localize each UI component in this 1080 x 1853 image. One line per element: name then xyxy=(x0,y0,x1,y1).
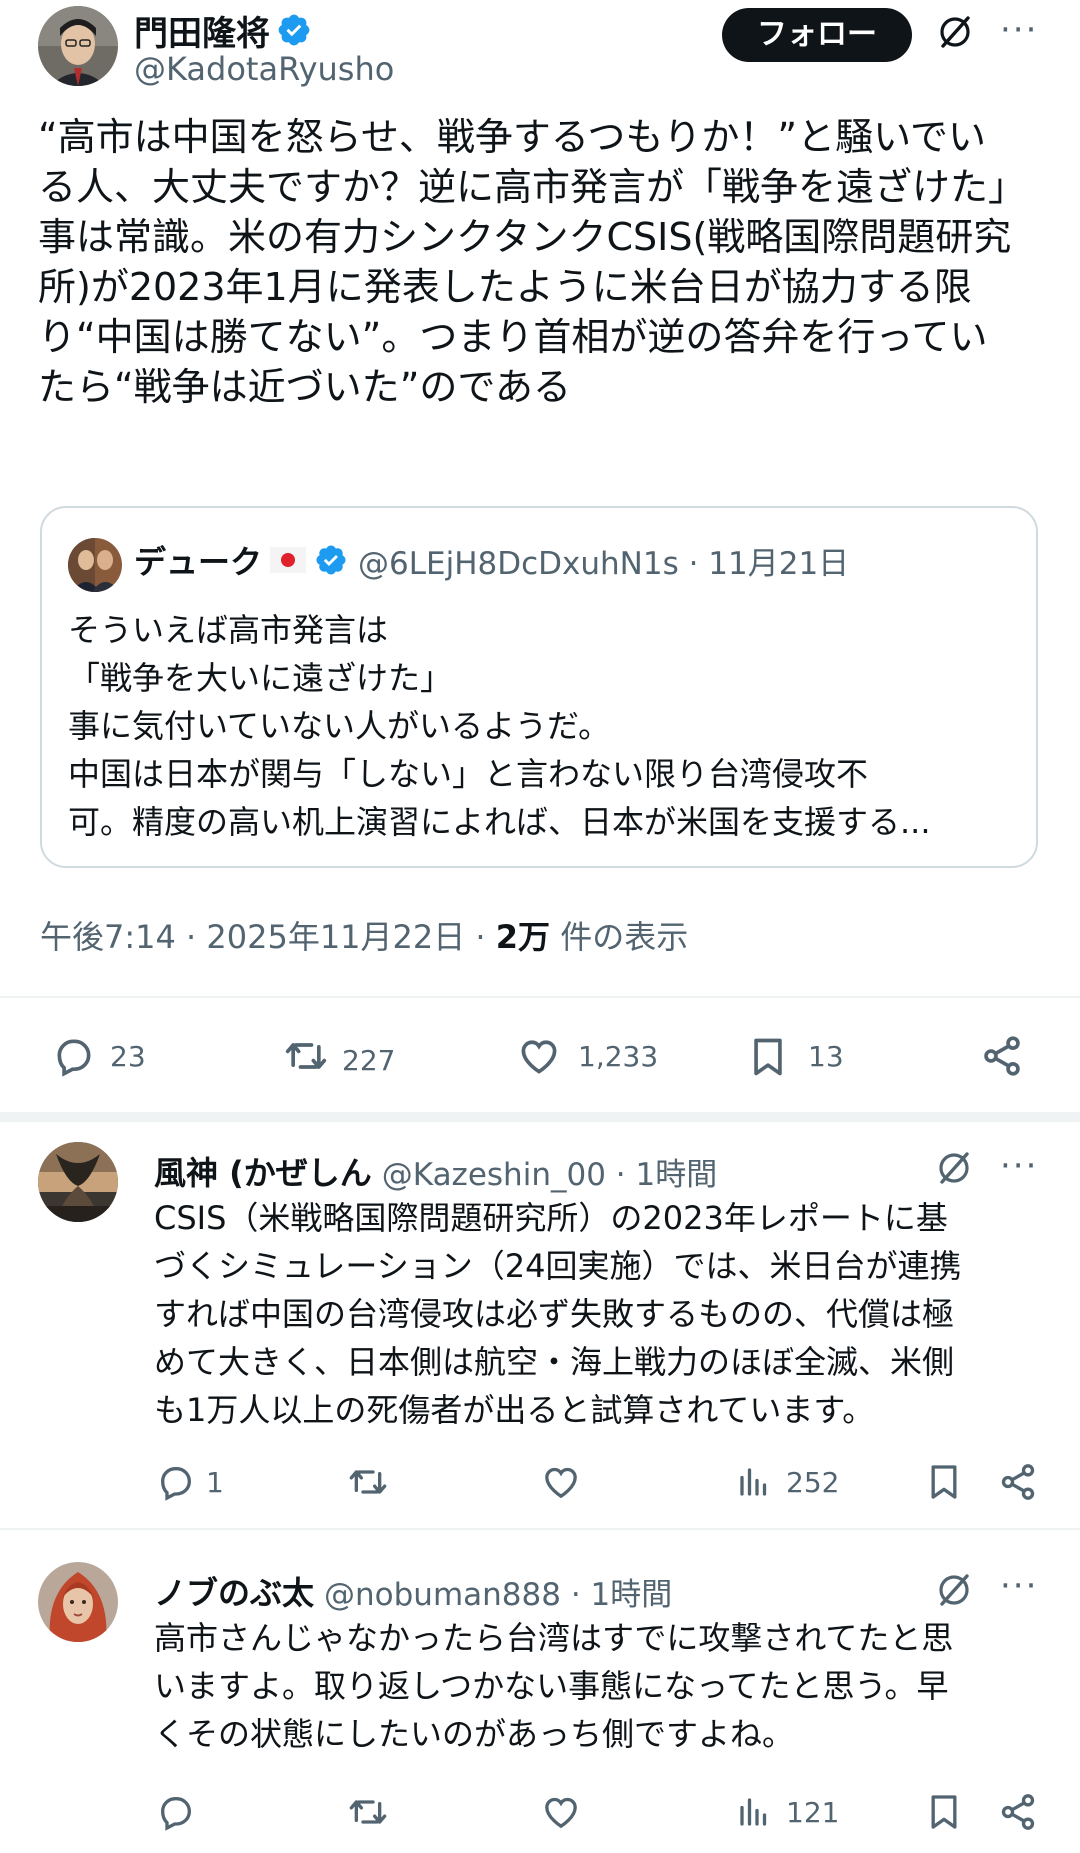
like-icon[interactable] xyxy=(516,1034,562,1078)
bookmark-count: 13 xyxy=(808,1040,844,1073)
retweet-icon[interactable] xyxy=(282,1034,330,1078)
views-label: 件の表示 xyxy=(550,918,689,956)
views-icon[interactable] xyxy=(736,1792,772,1832)
quote-text-line: 中国は日本が関与「しない」と言わない限り台湾侵攻不 xyxy=(68,755,869,793)
bookmark-icon[interactable] xyxy=(746,1032,790,1082)
reply-text-line: CSIS（米戦略国際問題研究所）の2023年レポートに基 xyxy=(154,1199,948,1237)
quote-verified-badge-icon xyxy=(316,545,346,575)
more-icon[interactable]: ··· xyxy=(1000,1566,1038,1606)
quoted-tweet-card[interactable]: デューク 🇯🇵 @6LEjH8DcDxuhN1s · 11月21日 そういえば高… xyxy=(40,506,1038,868)
views-icon[interactable] xyxy=(736,1462,772,1502)
grok-icon[interactable] xyxy=(935,12,975,52)
share-icon[interactable] xyxy=(998,1792,1038,1832)
tweet-text: “高市は中国を怒らせ、戦争するつもりか！”と騒いでい る人、大丈夫ですか？逆に高… xyxy=(38,112,1068,412)
tweet-text-line: たら“戦争は近づいた”のである xyxy=(38,365,571,409)
grok-icon[interactable] xyxy=(934,1570,974,1610)
section-divider xyxy=(0,1112,1080,1122)
follow-button[interactable]: フォロー xyxy=(722,8,912,62)
retweet-count: 227 xyxy=(342,1044,396,1077)
reply-author-name[interactable]: 風神 (かぜしん xyxy=(154,1148,372,1194)
retweet-icon[interactable] xyxy=(346,1462,390,1502)
tweet-text-line: る人、大丈夫ですか？逆に高市発言が「戦争を遠ざけた」 xyxy=(38,165,1027,209)
reply-text-line: すれば中国の台湾侵攻は必ず失敗するものの、代償は極 xyxy=(154,1295,955,1333)
reply-text-line: 高市さんじゃなかったら台湾はすでに攻撃されてたと思 xyxy=(154,1619,954,1657)
reply-text-line: も1万人以上の死傷者が出ると試算されています。 xyxy=(154,1391,875,1429)
divider xyxy=(0,996,1080,998)
reply-text-line: いますよ。取り返しつかない事態になってたと思う。早 xyxy=(154,1667,949,1705)
more-icon[interactable]: ··· xyxy=(1000,1146,1038,1186)
views-count: 252 xyxy=(786,1466,840,1499)
like-icon[interactable] xyxy=(540,1792,582,1832)
verified-badge-icon xyxy=(278,14,310,46)
reply-handle-time[interactable]: @nobuman888 · 1時間 xyxy=(324,1569,672,1614)
quote-handle-date: @6LEjH8DcDxuhN1s · 11月21日 xyxy=(358,545,850,582)
bookmark-icon[interactable] xyxy=(924,1790,964,1834)
reply-author-avatar[interactable] xyxy=(38,1562,118,1642)
reply-text: CSIS（米戦略国際問題研究所）の2023年レポートに基 づくシミュレーション（… xyxy=(154,1194,1064,1434)
more-icon[interactable]: ··· xyxy=(1000,10,1038,50)
quote-text: そういえば高市発言は 「戦争を大いに遠ざけた」 事に気付いていない人がいるようだ… xyxy=(68,606,1018,846)
share-icon[interactable] xyxy=(980,1034,1024,1078)
reply-text-line: づくシミュレーション（24回実施）では、米日台が連携 xyxy=(154,1247,962,1285)
quote-author-name: デューク xyxy=(134,543,263,581)
quote-text-line: 「戦争を大いに遠ざけた」 xyxy=(68,659,453,697)
reply-icon[interactable] xyxy=(156,1462,196,1502)
quote-text-line: そういえば高市発言は xyxy=(68,611,389,649)
reply-text: 高市さんじゃなかったら台湾はすでに攻撃されてたと思 いますよ。取り返しつかない事… xyxy=(154,1614,1064,1758)
author-name[interactable]: 門田隆将 xyxy=(134,6,270,55)
like-icon[interactable] xyxy=(540,1462,582,1502)
views-count: 121 xyxy=(786,1796,840,1829)
author-handle[interactable]: @KadotaRyusho xyxy=(134,50,394,88)
japan-flag-icon xyxy=(270,547,307,573)
reply-handle-time[interactable]: @Kazeshin_00 · 1時間 xyxy=(382,1149,717,1194)
quote-text-line: 事に気付いていない人がいるようだ。 xyxy=(68,707,611,745)
reply-icon[interactable] xyxy=(156,1792,196,1832)
views-count: 2万 xyxy=(495,918,551,956)
tweet-text-line: “高市は中国を怒らせ、戦争するつもりか！”と騒いでい xyxy=(38,115,986,159)
reply-text-line: めて大きく、日本側は航空・海上戦力のほぼ全滅、米側 xyxy=(154,1343,955,1381)
reply-count: 23 xyxy=(110,1040,146,1073)
reply-author-avatar[interactable] xyxy=(38,1142,118,1222)
reply-count: 1 xyxy=(206,1466,224,1499)
tweet-text-line: 事は常識。米の有力シンクタンクCSIS(戦略国際問題研究 xyxy=(38,215,1012,259)
bookmark-icon[interactable] xyxy=(924,1460,964,1504)
reply-text-line: くその状態にしたいのがあっち側ですよね。 xyxy=(154,1715,795,1753)
tweet-text-line: り“中国は勝てない”。つまり首相が逆の答弁を行ってい xyxy=(38,315,988,359)
like-count: 1,233 xyxy=(578,1040,659,1073)
reply-author-name[interactable]: ノブのぶ太 xyxy=(154,1568,314,1614)
tweet-timestamp[interactable]: 午後7:14 · 2025年11月22日 · xyxy=(40,918,496,956)
reply-icon[interactable] xyxy=(52,1034,96,1078)
tweet-text-line: 所)が2023年1月に発表したように米台日が協力する限 xyxy=(38,265,972,309)
share-icon[interactable] xyxy=(998,1462,1038,1502)
quote-author-avatar xyxy=(68,538,122,592)
divider xyxy=(0,1528,1080,1530)
grok-icon[interactable] xyxy=(934,1148,974,1188)
tweet-meta: 午後7:14 · 2025年11月22日 · 2万 件の表示 xyxy=(40,912,688,958)
author-avatar[interactable] xyxy=(38,6,118,86)
quote-text-line: 可。精度の高い机上演習によれば、日本が米国を支援する... xyxy=(68,803,931,841)
retweet-icon[interactable] xyxy=(346,1792,390,1832)
